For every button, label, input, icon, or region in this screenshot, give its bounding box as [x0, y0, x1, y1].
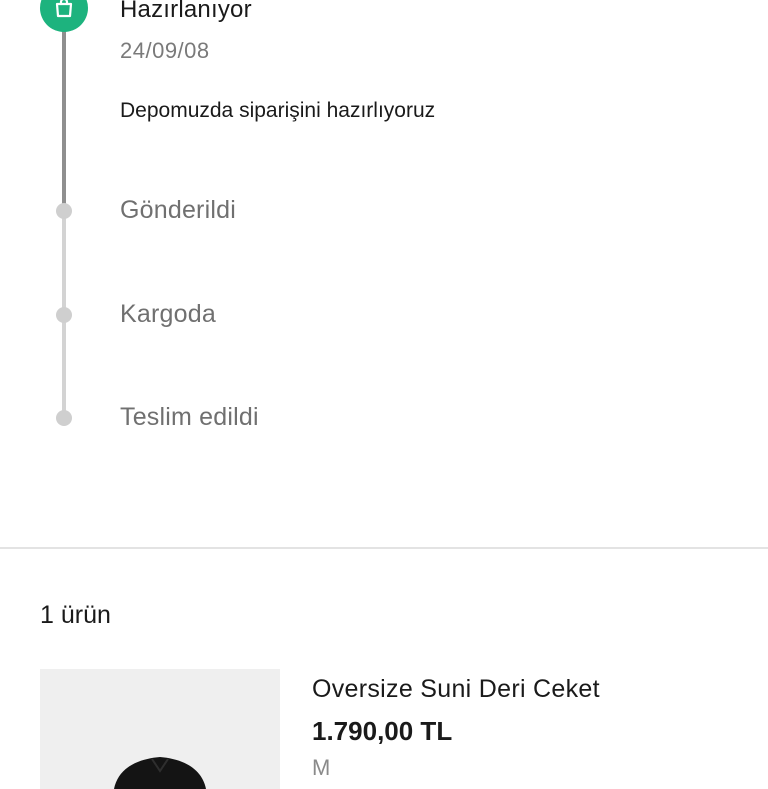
order-status-timeline: Hazırlanıyor 24/09/08 Depomuzda siparişi… [0, 0, 768, 548]
product-name[interactable]: Oversize Suni Deri Ceket [312, 675, 600, 704]
step-title-delivered: Teslim edildi [120, 403, 259, 431]
product-image[interactable] [40, 669, 280, 789]
step-title-active: Hazırlanıyor [120, 0, 252, 23]
timeline-progress-line [62, 24, 66, 210]
step-title-shipped: Gönderildi [120, 196, 236, 224]
shopping-bag-icon [40, 0, 88, 32]
step-title-in-cargo: Kargoda [120, 300, 216, 328]
step-description: Depomuzda siparişini hazırlıyoruz [120, 99, 436, 122]
step-dot-shipped [56, 203, 72, 219]
item-count: 1 ürün [40, 601, 111, 629]
step-dot-delivered [56, 410, 72, 426]
step-date: 24/09/08 [120, 38, 210, 63]
jacket-thumbnail [114, 757, 206, 789]
step-dot-in-cargo [56, 307, 72, 323]
section-divider [0, 547, 768, 549]
product-size: M [312, 755, 331, 780]
product-price: 1.790,00 TL [312, 716, 453, 746]
